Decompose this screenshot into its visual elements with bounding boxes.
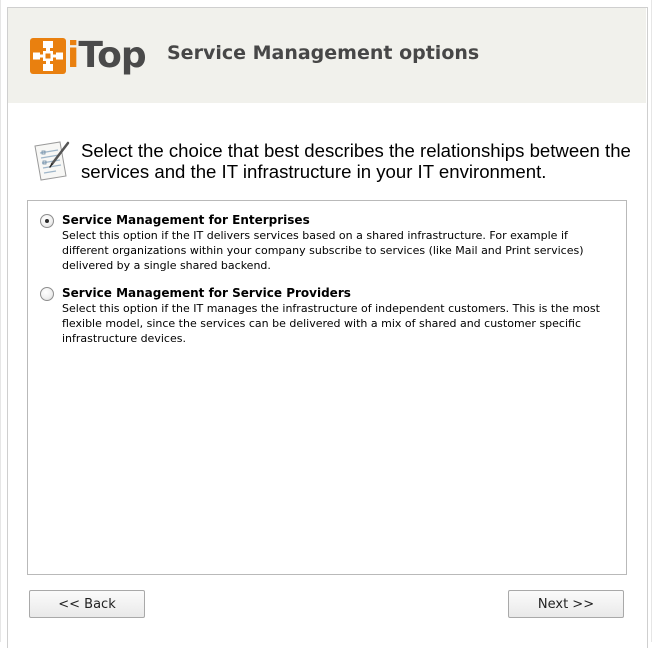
options-list: Service Management for Enterprises Selec… (27, 200, 627, 575)
question-text: Select the choice that best describes th… (81, 140, 631, 182)
logo-text-i: i (67, 35, 79, 76)
itop-logo-text: iTop (67, 35, 147, 76)
option-description: Select this option if the IT delivers se… (62, 229, 584, 272)
form-edit-icon (34, 141, 70, 181)
option-label[interactable]: Service Management for Service Providers (62, 286, 351, 301)
radio-service-providers[interactable] (40, 287, 54, 301)
next-button[interactable]: Next >> (508, 590, 624, 618)
option-description: Select this option if the IT manages the… (62, 302, 600, 345)
radio-enterprises[interactable] (40, 214, 54, 228)
option-label[interactable]: Service Management for Enterprises (62, 213, 310, 228)
itop-logo: iTop (30, 35, 147, 76)
back-button[interactable]: << Back (29, 590, 145, 618)
window-edge-left (0, 0, 1, 642)
itop-logo-icon (30, 38, 66, 74)
logo-text-rest: Top (78, 35, 146, 76)
page-title: Service Management options (167, 42, 480, 64)
wizard-header: iTop Service Management options (8, 8, 646, 103)
